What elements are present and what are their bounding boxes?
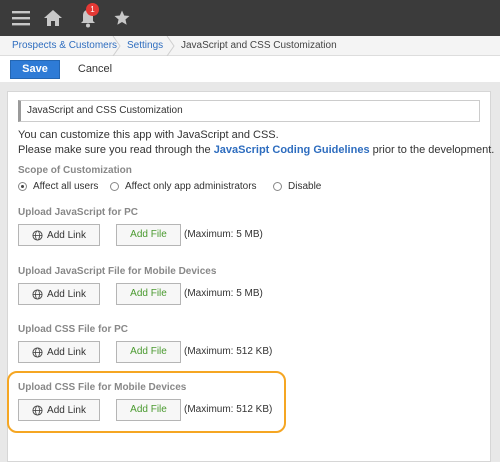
intro-line-2: Please make sure you read through the Ja… [18,144,494,156]
max-size-text: (Maximum: 5 MB) [184,288,263,299]
upload-js-pc-row: Add Link Add File (Maximum: 5 MB) [18,224,318,246]
save-button[interactable]: Save [10,60,60,79]
breadcrumb-separator-icon [166,35,176,57]
add-file-button[interactable]: Add File [116,224,181,246]
breadcrumb: Prospects & Customers Settings JavaScrip… [0,35,500,57]
coding-guidelines-link[interactable]: JavaScript Coding Guidelines [214,144,370,156]
globe-icon [32,288,43,300]
panel-header: JavaScript and CSS Customization [18,100,480,122]
hamburger-menu-icon[interactable] [9,6,33,30]
panel-title: JavaScript and CSS Customization [27,105,183,116]
upload-js-pc-title: Upload JavaScript for PC [18,207,139,218]
add-link-label: Add Link [47,346,86,358]
cancel-button[interactable]: Cancel [70,60,120,79]
radio-label: Affect all users [33,181,99,192]
breadcrumb-item-app[interactable]: Prospects & Customers [12,36,117,56]
breadcrumb-item-settings[interactable]: Settings [127,36,163,56]
intro-prefix: Please make sure you read through the [18,144,214,156]
top-nav-bar: 1 [0,0,500,36]
scope-title: Scope of Customization [18,165,132,176]
upload-css-pc-title: Upload CSS File for PC [18,324,129,335]
upload-js-mobile-row: Add Link Add File (Maximum: 5 MB) [18,283,318,305]
star-icon[interactable] [110,6,134,30]
add-link-label: Add Link [47,229,86,241]
add-link-button[interactable]: Add Link [18,283,100,305]
add-link-button[interactable]: Add Link [18,224,100,246]
radio-dot[interactable] [110,182,119,191]
add-file-button[interactable]: Add File [116,283,181,305]
radio-disable[interactable]: Disable [273,181,321,192]
radio-dot-checked[interactable] [18,182,27,191]
upload-js-mobile-title: Upload JavaScript File for Mobile Device… [18,266,217,277]
globe-icon [32,229,43,241]
action-bar: Save Cancel [0,56,500,82]
intro-line-1: You can customize this app with JavaScri… [18,129,279,141]
breadcrumb-separator-icon [112,35,122,57]
max-size-text: (Maximum: 512 KB) [184,346,273,357]
globe-icon [32,346,43,358]
max-size-text: (Maximum: 5 MB) [184,229,263,240]
home-icon[interactable] [41,6,65,30]
radio-dot[interactable] [273,182,282,191]
add-link-label: Add Link [47,288,86,300]
radio-label: Disable [288,181,322,192]
add-link-button[interactable]: Add Link [18,341,100,363]
highlight-annotation [7,371,286,433]
radio-label: Affect only app administrators [125,181,257,192]
intro-suffix: prior to the development. [369,144,495,156]
breadcrumb-item-current: JavaScript and CSS Customization [181,40,337,51]
radio-affect-all-users[interactable]: Affect all users [18,181,98,192]
radio-affect-admins[interactable]: Affect only app administrators [110,181,257,192]
notification-badge: 1 [86,3,99,16]
add-file-button[interactable]: Add File [116,341,181,363]
upload-css-pc-row: Add Link Add File (Maximum: 512 KB) [18,341,318,363]
